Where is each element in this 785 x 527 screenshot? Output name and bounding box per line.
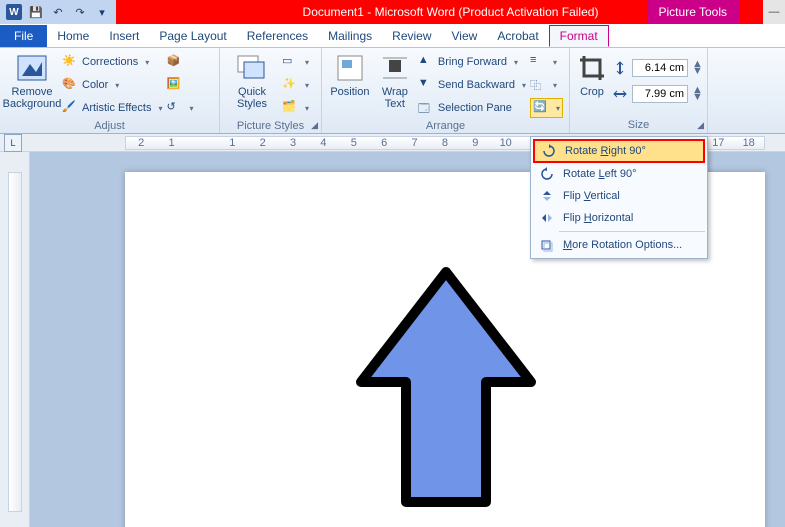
compress-icon: 📦: [167, 54, 183, 70]
height-spinner[interactable]: ▲▼: [692, 61, 704, 75]
bring-forward-button[interactable]: ▲ Bring Forward: [418, 52, 526, 72]
quick-styles-icon: [236, 52, 268, 84]
more-rotation-icon: [539, 237, 555, 253]
send-backward-button[interactable]: ▼ Send Backward: [418, 75, 526, 95]
ribbon-tabs: File Home Insert Page Layout References …: [0, 24, 785, 48]
flip-horizontal-icon: [539, 210, 555, 226]
rotate-right-90-item[interactable]: Rotate Right 90°: [533, 139, 705, 163]
align-button[interactable]: ≡: [530, 52, 563, 72]
tab-review[interactable]: Review: [382, 25, 441, 47]
group-button[interactable]: ⿻: [530, 75, 563, 95]
selection-pane-icon: 🗔: [418, 100, 434, 116]
reset-icon: ↺: [167, 100, 183, 116]
effects-icon: ✨: [282, 77, 298, 93]
rotate-left-icon: [539, 166, 555, 182]
wrap-text-icon: [379, 52, 411, 84]
menu-separator: [559, 231, 705, 232]
minimize-button[interactable]: —: [763, 0, 785, 24]
rotate-left-90-item[interactable]: Rotate Left 90°: [533, 163, 705, 185]
remove-background-icon: [16, 52, 48, 84]
crop-button[interactable]: Crop: [576, 50, 608, 98]
save-icon[interactable]: 💾: [28, 4, 44, 20]
position-button[interactable]: Position: [328, 50, 372, 98]
picture-effects-button[interactable]: ✨: [282, 75, 309, 95]
crop-icon: [576, 52, 608, 84]
rotate-right-icon: [541, 143, 557, 159]
context-tab-title: Picture Tools: [647, 0, 739, 24]
title-bar: W 💾 ↶ ↷ ▾ Document1 - Microsoft Word (Pr…: [0, 0, 785, 24]
change-picture-icon: 🖼️: [167, 77, 183, 93]
flip-horizontal-item[interactable]: Flip Horizontal: [533, 207, 705, 229]
picture-border-button[interactable]: ▭: [282, 52, 309, 72]
window-controls: —: [763, 0, 785, 24]
tab-acrobat[interactable]: Acrobat: [487, 25, 548, 47]
color-icon: 🎨: [62, 77, 78, 93]
group-icon: ⿻: [530, 77, 546, 93]
layout-icon: 🗂️: [282, 100, 298, 116]
tab-insert[interactable]: Insert: [99, 25, 149, 47]
selected-picture-arrow[interactable]: [351, 262, 541, 515]
compress-pictures-button[interactable]: 📦: [167, 52, 194, 72]
group-size: Crop ▲▼ ▲▼ Size ◢: [570, 48, 708, 133]
rotate-icon: 🔄: [533, 100, 549, 116]
tab-references[interactable]: References: [237, 25, 318, 47]
width-spinner[interactable]: ▲▼: [692, 87, 704, 101]
position-icon: [334, 52, 366, 84]
styles-dialog-launcher[interactable]: ◢: [311, 120, 318, 131]
tab-page-layout[interactable]: Page Layout: [149, 25, 236, 47]
tab-view[interactable]: View: [442, 25, 488, 47]
width-icon: [612, 86, 628, 102]
tab-format[interactable]: Format: [549, 25, 609, 47]
corrections-button[interactable]: ☀️ Corrections: [62, 52, 163, 72]
wrap-text-button[interactable]: Wrap Text: [376, 50, 414, 110]
qat-customize-icon[interactable]: ▾: [94, 4, 110, 20]
word-app-icon: W: [6, 4, 22, 20]
selection-pane-button[interactable]: 🗔 Selection Pane: [418, 98, 526, 118]
ribbon: Remove Background ☀️ Corrections 🎨 Color…: [0, 48, 785, 134]
vertical-ruler[interactable]: [0, 152, 30, 527]
rotate-button[interactable]: 🔄: [530, 98, 563, 118]
tab-mailings[interactable]: Mailings: [318, 25, 382, 47]
bring-forward-icon: ▲: [418, 54, 434, 70]
group-picture-styles: Quick Styles ▭ ✨ 🗂️ Picture Styles ◢: [220, 48, 322, 133]
group-adjust: Remove Background ☀️ Corrections 🎨 Color…: [0, 48, 220, 133]
flip-vertical-item[interactable]: Flip Vertical: [533, 185, 705, 207]
corrections-icon: ☀️: [62, 54, 78, 70]
picture-layout-button[interactable]: 🗂️: [282, 98, 309, 118]
file-tab[interactable]: File: [0, 25, 47, 47]
align-icon: ≡: [530, 54, 546, 70]
height-icon: [612, 60, 628, 76]
more-rotation-options-item[interactable]: More Rotation Options...: [533, 234, 705, 256]
quick-access-toolbar: W 💾 ↶ ↷ ▾: [0, 0, 116, 24]
artistic-effects-icon: 🖌️: [62, 100, 78, 116]
width-input[interactable]: [632, 85, 688, 103]
color-button[interactable]: 🎨 Color: [62, 75, 163, 95]
rotate-menu: Rotate Right 90° Rotate Left 90° Flip Ve…: [530, 136, 708, 259]
quick-styles-button[interactable]: Quick Styles: [226, 50, 278, 110]
border-icon: ▭: [282, 54, 298, 70]
change-picture-button[interactable]: 🖼️: [167, 75, 194, 95]
artistic-effects-button[interactable]: 🖌️ Artistic Effects: [62, 98, 163, 118]
tab-home[interactable]: Home: [47, 25, 99, 47]
group-arrange: Position Wrap Text ▲ Bring Forward ▼ Sen…: [322, 48, 570, 133]
reset-picture-button[interactable]: ↺: [167, 98, 194, 118]
size-dialog-launcher[interactable]: ◢: [697, 120, 704, 131]
flip-vertical-icon: [539, 188, 555, 204]
remove-background-button[interactable]: Remove Background: [6, 50, 58, 110]
send-backward-icon: ▼: [418, 77, 434, 93]
tab-selector[interactable]: L: [4, 134, 22, 152]
undo-icon[interactable]: ↶: [50, 4, 66, 20]
height-input[interactable]: [632, 59, 688, 77]
redo-icon[interactable]: ↷: [72, 4, 88, 20]
